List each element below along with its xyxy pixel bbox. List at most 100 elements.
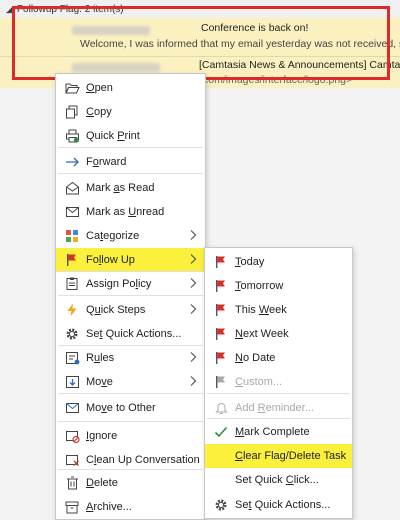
menu-item-label: Mark as Read xyxy=(86,182,155,194)
menu-separator xyxy=(58,173,203,174)
trash-icon xyxy=(64,475,80,491)
ignore-icon xyxy=(64,428,80,444)
archive-icon xyxy=(64,499,80,515)
menu-item-label: Clear Flag/Delete Task xyxy=(235,450,347,462)
menu-item-archive[interactable]: Archive... xyxy=(56,495,205,519)
menu-item-label: Copy xyxy=(86,106,112,118)
menu-item-tomorrow[interactable]: Tomorrow xyxy=(205,274,352,298)
red-flag-icon xyxy=(213,278,229,294)
collapse-triangle-icon[interactable]: ◢ xyxy=(6,4,13,15)
menu-item-label: Categorize xyxy=(86,230,140,242)
message-row[interactable]: Conference is back on! Welcome, I was in… xyxy=(0,18,400,56)
menu-item-label: Mark Complete xyxy=(235,426,310,438)
menu-separator xyxy=(58,147,203,148)
envelope-open-icon xyxy=(64,180,80,196)
chevron-right-icon xyxy=(189,303,197,318)
message-subject: Conference is back on! xyxy=(201,22,309,34)
menu-item-move[interactable]: Move xyxy=(56,370,205,394)
menu-item-label: Today xyxy=(235,256,265,268)
red-flag-icon xyxy=(213,302,229,318)
menu-item-mark-unread[interactable]: Mark as Unread xyxy=(56,200,205,224)
menu-item-label: Move xyxy=(86,376,113,388)
menu-item-label: Clean Up Conversation xyxy=(86,454,200,466)
menu-item-quick-steps[interactable]: Quick Steps xyxy=(56,298,205,322)
menu-item-label: Mark as Unread xyxy=(86,206,165,218)
message-preview: Welcome, I was informed that my email ye… xyxy=(80,38,400,50)
menu-item-label: Assign Policy xyxy=(86,278,152,290)
menu-item-label: Custom... xyxy=(235,376,283,388)
menu-item-quick-print[interactable]: Quick Print xyxy=(56,124,205,148)
gear-icon xyxy=(64,326,80,342)
envelope-icon xyxy=(64,204,80,220)
follow-up-submenu: Today Tomorrow This Week Next Week No Date Cu… xyxy=(204,247,353,519)
group-header[interactable]: ◢ Followup Flag: 2 item(s) xyxy=(0,0,400,19)
redacted-sender xyxy=(72,63,160,72)
copy-icon xyxy=(64,104,80,120)
menu-item-delete[interactable]: Delete xyxy=(56,471,205,495)
menu-item-add-reminder[interactable]: Add Reminder... xyxy=(205,396,352,420)
chevron-right-icon xyxy=(189,229,197,244)
print-icon xyxy=(64,128,80,144)
menu-item-forward[interactable]: Forward xyxy=(56,150,205,174)
menu-item-clear-flag[interactable]: Clear Flag/Delete Task xyxy=(205,444,352,468)
red-flag-icon xyxy=(213,254,229,270)
menu-item-assign-policy[interactable]: Assign Policy xyxy=(56,272,205,296)
move-icon xyxy=(64,374,80,390)
menu-item-next-week[interactable]: Next Week xyxy=(205,322,352,346)
menu-separator xyxy=(58,421,203,422)
rules-icon xyxy=(64,350,80,366)
menu-item-mark-complete[interactable]: Mark Complete xyxy=(205,420,352,444)
menu-item-label: No Date xyxy=(235,352,276,364)
menu-item-label: Add Reminder... xyxy=(235,402,314,414)
menu-separator xyxy=(207,418,350,419)
menu-item-label: Ignore xyxy=(86,430,118,442)
menu-item-copy[interactable]: Copy xyxy=(56,100,205,124)
menu-item-label: Next Week xyxy=(235,328,289,340)
menu-item-set-quick-actions[interactable]: Set Quick Actions... xyxy=(56,322,205,346)
gray-flag-icon xyxy=(213,374,229,390)
menu-item-label: Quick Steps xyxy=(86,304,146,316)
forward-arrow-icon xyxy=(64,154,80,170)
lightning-icon xyxy=(64,302,80,318)
policy-icon xyxy=(64,276,80,292)
menu-item-label: Forward xyxy=(86,156,127,168)
menu-item-label: Set Quick Actions... xyxy=(235,499,331,511)
menu-item-rules[interactable]: Rules xyxy=(56,346,205,370)
menu-item-label: This Week xyxy=(235,304,287,316)
menu-item-label: Rules xyxy=(86,352,115,364)
menu-item-today[interactable]: Today xyxy=(205,250,352,274)
redacted-sender xyxy=(72,26,150,35)
menu-item-custom[interactable]: Custom... xyxy=(205,370,352,394)
menu-item-follow-up[interactable]: Follow Up xyxy=(56,248,205,272)
checkmark-icon xyxy=(213,424,229,440)
menu-separator xyxy=(207,393,350,394)
menu-item-label: Quick Print xyxy=(86,130,140,142)
message-subject: [Camtasia News & Announcements] Camtasia… xyxy=(199,59,400,71)
folder-open-icon xyxy=(64,80,80,96)
chevron-right-icon xyxy=(189,375,197,390)
clean-up-icon xyxy=(64,452,80,468)
menu-item-mark-read[interactable]: Mark as Read xyxy=(56,176,205,200)
red-flag-icon xyxy=(213,350,229,366)
menu-separator xyxy=(58,393,203,394)
menu-item-ignore[interactable]: Ignore xyxy=(56,424,205,448)
menu-item-no-date[interactable]: No Date xyxy=(205,346,352,370)
red-flag-icon xyxy=(64,252,80,268)
menu-item-move-other[interactable]: Move to Other xyxy=(56,396,205,420)
bell-icon xyxy=(213,400,229,416)
context-menu: Open Copy Quick Print Forward Mark as Read Ma… xyxy=(55,73,206,520)
category-grid-icon xyxy=(64,228,80,244)
menu-item-label: Move to Other xyxy=(86,402,156,414)
menu-item-set-quick-click[interactable]: Set Quick Click... xyxy=(205,468,352,492)
group-header-label: Followup Flag: 2 item(s) xyxy=(16,3,124,15)
chevron-right-icon xyxy=(189,351,197,366)
menu-separator xyxy=(58,295,203,296)
move-to-other-icon xyxy=(64,400,80,416)
message-preview: com/images/interface/logo.png> xyxy=(203,74,353,86)
red-flag-icon xyxy=(213,326,229,342)
menu-item-open[interactable]: Open xyxy=(56,76,205,100)
menu-item-set-quick-actions-sub[interactable]: Set Quick Actions... xyxy=(205,493,352,517)
menu-item-categorize[interactable]: Categorize xyxy=(56,224,205,248)
menu-item-this-week[interactable]: This Week xyxy=(205,298,352,322)
gear-icon xyxy=(213,497,229,513)
